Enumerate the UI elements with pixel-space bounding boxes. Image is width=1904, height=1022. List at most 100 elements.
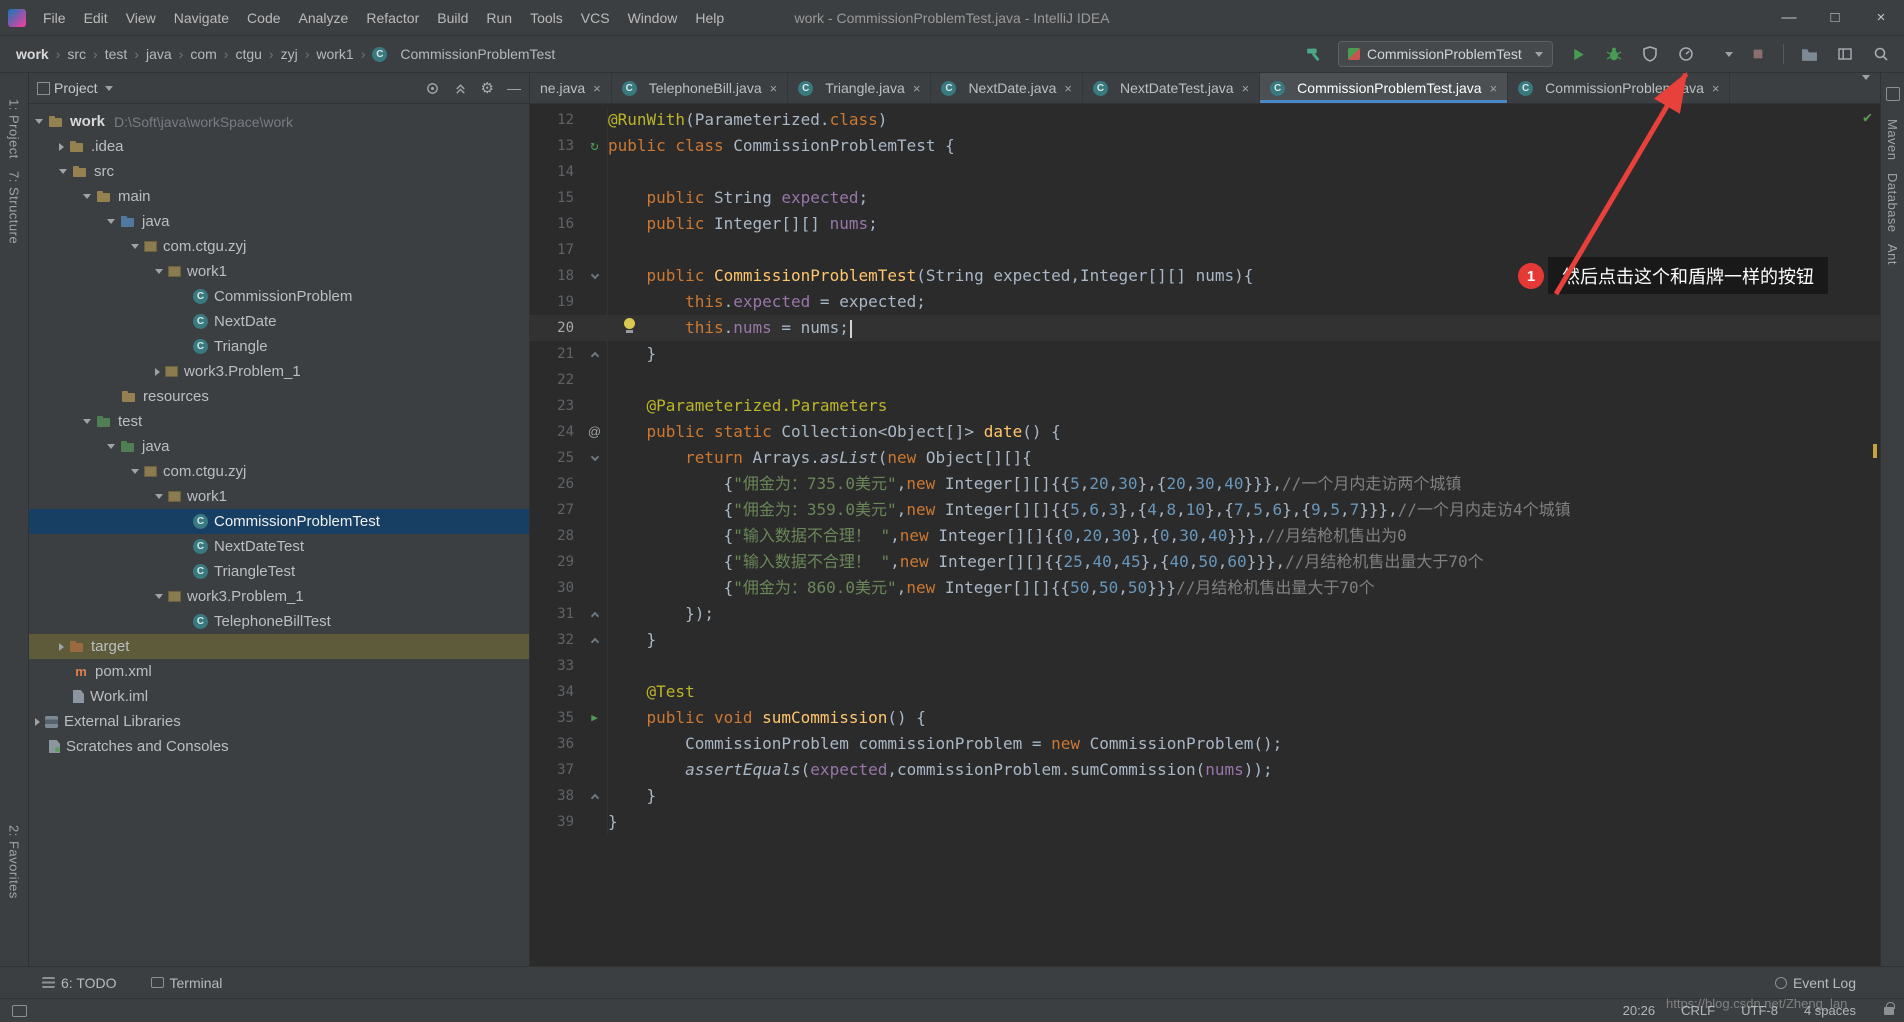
- line-number[interactable]: 18: [530, 263, 582, 289]
- line-number[interactable]: 39: [530, 809, 582, 835]
- menu-item-run[interactable]: Run: [477, 0, 521, 36]
- tree-item-work-iml[interactable]: Work.iml: [29, 684, 529, 709]
- code-line[interactable]: 16 public Integer[][] nums;: [530, 211, 1880, 237]
- tabs-list-chevron[interactable]: [1862, 80, 1870, 96]
- line-number[interactable]: 20: [530, 315, 582, 341]
- toolwindow-switcher-icon[interactable]: [12, 1005, 27, 1017]
- tree-item-nextdatetest[interactable]: CNextDateTest: [29, 534, 529, 559]
- line-number[interactable]: 13: [530, 133, 582, 159]
- line-number[interactable]: 19: [530, 289, 582, 315]
- code-line[interactable]: 14: [530, 159, 1880, 185]
- code-line[interactable]: 26 {"佣金为：735.0美元",new Integer[][]{{5,20,…: [530, 471, 1880, 497]
- tree-expanded-arrow[interactable]: [83, 419, 91, 424]
- line-number[interactable]: 24: [530, 419, 582, 445]
- breadcrumb-item-work[interactable]: work: [16, 46, 49, 62]
- menu-item-build[interactable]: Build: [428, 0, 477, 36]
- tree-item-work1[interactable]: work1: [29, 484, 529, 509]
- breadcrumb-item-ctgu[interactable]: ctgu: [235, 46, 261, 62]
- menu-item-file[interactable]: File: [34, 0, 75, 36]
- tab-close-icon[interactable]: ×: [1712, 81, 1720, 96]
- menu-item-navigate[interactable]: Navigate: [165, 0, 238, 36]
- tab-triangle-java[interactable]: CTriangle.java×: [788, 73, 931, 103]
- code-line[interactable]: 38 }: [530, 783, 1880, 809]
- toolwindow-button-7-structure[interactable]: 7: Structure: [7, 171, 22, 244]
- tab-close-icon[interactable]: ×: [913, 81, 921, 96]
- tab-close-icon[interactable]: ×: [1242, 81, 1250, 96]
- debug-button[interactable]: [1603, 43, 1625, 65]
- fold-marker[interactable]: [590, 452, 598, 460]
- run-button[interactable]: [1567, 43, 1589, 65]
- fold-marker[interactable]: [590, 611, 598, 619]
- run-options-chevron[interactable]: [1711, 43, 1733, 65]
- toolwindow-grid-icon[interactable]: [1886, 87, 1900, 101]
- maximize-button[interactable]: □: [1812, 0, 1858, 36]
- tree-item-nextdate[interactable]: CNextDate: [29, 309, 529, 334]
- menu-item-analyze[interactable]: Analyze: [290, 0, 358, 36]
- line-number[interactable]: 34: [530, 679, 582, 705]
- tab-close-icon[interactable]: ×: [770, 81, 778, 96]
- collapse-all-button[interactable]: [453, 81, 468, 96]
- tree-item-work3-problem-1[interactable]: work3.Problem_1: [29, 359, 529, 384]
- line-number[interactable]: 21: [530, 341, 582, 367]
- breadcrumb-item-java[interactable]: java: [146, 46, 172, 62]
- toolwindow-button-6-todo[interactable]: 6: TODO: [42, 975, 117, 991]
- code-line[interactable]: 23 @Parameterized.Parameters: [530, 393, 1880, 419]
- tree-item-com-ctgu-zyj[interactable]: com.ctgu.zyj: [29, 234, 529, 259]
- toolwindow-button-ant[interactable]: Ant: [1885, 244, 1900, 265]
- tree-expanded-arrow[interactable]: [107, 219, 115, 224]
- tab-close-icon[interactable]: ×: [1490, 81, 1498, 96]
- code-line[interactable]: 36 CommissionProblem commissionProblem =…: [530, 731, 1880, 757]
- code-line[interactable]: 37 assertEquals(expected,commissionProbl…: [530, 757, 1880, 783]
- line-number[interactable]: 16: [530, 211, 582, 237]
- tree-item-scratches-and-consoles[interactable]: Scratches and Consoles: [29, 734, 529, 759]
- run-test-icon[interactable]: ▶: [591, 705, 598, 731]
- status-20-26[interactable]: 20:26: [1623, 1003, 1656, 1018]
- code-line[interactable]: 22: [530, 367, 1880, 393]
- annotation-gutter-icon[interactable]: @: [588, 419, 601, 445]
- toolwindow-button-maven[interactable]: Maven: [1885, 119, 1900, 161]
- line-number[interactable]: 32: [530, 627, 582, 653]
- tree-item-external-libraries[interactable]: External Libraries: [29, 709, 529, 734]
- tree-expanded-arrow[interactable]: [155, 594, 163, 599]
- breadcrumb-item-src[interactable]: src: [67, 46, 86, 62]
- breadcrumb-item-test[interactable]: test: [105, 46, 128, 62]
- line-number[interactable]: 31: [530, 601, 582, 627]
- line-number[interactable]: 28: [530, 523, 582, 549]
- code-line[interactable]: 33: [530, 653, 1880, 679]
- menu-item-tools[interactable]: Tools: [521, 0, 572, 36]
- tree-expanded-arrow[interactable]: [107, 444, 115, 449]
- tree-item-triangletest[interactable]: CTriangleTest: [29, 559, 529, 584]
- tree-item-target[interactable]: target: [29, 634, 529, 659]
- tree-item-work[interactable]: workD:\Soft\java\workSpace\work: [29, 109, 529, 134]
- line-number[interactable]: 29: [530, 549, 582, 575]
- code-line[interactable]: 25 return Arrays.asList(new Object[][]{: [530, 445, 1880, 471]
- line-number[interactable]: 25: [530, 445, 582, 471]
- tree-item-resources[interactable]: resources: [29, 384, 529, 409]
- breadcrumb-item-work1[interactable]: work1: [316, 46, 353, 62]
- menu-item-code[interactable]: Code: [238, 0, 289, 36]
- code-line[interactable]: 32 }: [530, 627, 1880, 653]
- menu-item-refactor[interactable]: Refactor: [357, 0, 428, 36]
- code-line[interactable]: 28 {"输入数据不合理！ ",new Integer[][]{{0,20,30…: [530, 523, 1880, 549]
- line-number[interactable]: 27: [530, 497, 582, 523]
- search-everywhere-button[interactable]: [1870, 43, 1892, 65]
- close-button[interactable]: ×: [1858, 0, 1904, 36]
- code-line[interactable]: 15 public String expected;: [530, 185, 1880, 211]
- breadcrumb-item-zyj[interactable]: zyj: [281, 46, 298, 62]
- readonly-lock-icon[interactable]: [1884, 1007, 1894, 1015]
- run-config-select[interactable]: CommissionProblemTest: [1338, 41, 1553, 67]
- line-number[interactable]: 23: [530, 393, 582, 419]
- chevron-down-icon[interactable]: [105, 86, 113, 91]
- code-line[interactable]: 35▶ public void sumCommission() {: [530, 705, 1880, 731]
- tree-item-pom-xml[interactable]: mpom.xml: [29, 659, 529, 684]
- menu-item-edit[interactable]: Edit: [75, 0, 117, 36]
- code-line[interactable]: 27 {"佣金为：359.0美元",new Integer[][]{{5,6,3…: [530, 497, 1880, 523]
- tree-item-com-ctgu-zyj[interactable]: com.ctgu.zyj: [29, 459, 529, 484]
- tree-expanded-arrow[interactable]: [83, 194, 91, 199]
- code-line[interactable]: 29 {"输入数据不合理！ ",new Integer[][]{{25,40,4…: [530, 549, 1880, 575]
- code-line[interactable]: 12@RunWith(Parameterized.class): [530, 107, 1880, 133]
- line-number[interactable]: 12: [530, 107, 582, 133]
- toolwindow-button-terminal[interactable]: Terminal: [151, 975, 223, 991]
- tree-expanded-arrow[interactable]: [35, 119, 43, 124]
- profiler-button[interactable]: [1675, 43, 1697, 65]
